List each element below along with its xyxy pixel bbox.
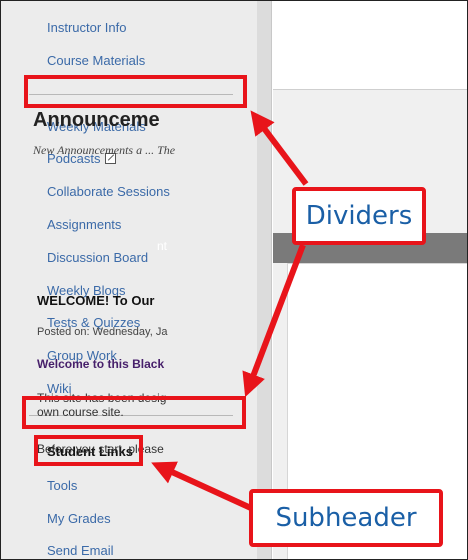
- announcement-title: WELCOME! To Our: [37, 293, 155, 308]
- menu-item-label: Discussion Board: [47, 250, 149, 265]
- menu-item-discussion-board[interactable]: Discussion Board: [47, 250, 148, 265]
- menu-item-assignments[interactable]: Assignments: [47, 217, 121, 232]
- announcement-posted-date: Posted on: Wednesday, Ja: [37, 326, 168, 338]
- menu-item-instructor-info[interactable]: Instructor Info: [47, 20, 126, 35]
- menu-item-label: Course Materials: [47, 53, 146, 68]
- menu-item-tools[interactable]: Tools: [47, 478, 77, 493]
- subheader-highlight: [34, 435, 143, 466]
- page-subtitle: New Announcements a ... The: [33, 143, 176, 157]
- menu-item-course-materials[interactable]: Course Materials: [47, 53, 145, 68]
- action-bar-label[interactable]: nt: [157, 239, 167, 253]
- subheader-callout: Subheader: [249, 489, 443, 547]
- main-content: [273, 1, 467, 559]
- divider-highlight-2: [22, 396, 246, 429]
- menu-item-label: Tools: [47, 478, 78, 493]
- menu-item-label: My Grades: [47, 511, 111, 526]
- page-title: Announceme: [33, 109, 160, 131]
- menu-item-label: Assignments: [47, 217, 122, 232]
- dividers-callout: Dividers: [292, 187, 426, 245]
- announcement-link[interactable]: Welcome to this Black: [37, 357, 164, 371]
- menu-item-label: Send Email: [47, 543, 114, 558]
- sidebar-resize-handle[interactable]: [257, 1, 272, 559]
- menu-item-collaborate-sessions[interactable]: Collaborate Sessions: [47, 184, 170, 199]
- menu-item-label: Collaborate Sessions: [47, 184, 170, 199]
- divider-highlight-1: [24, 75, 247, 108]
- menu-item-send-email[interactable]: Send Email: [47, 543, 113, 558]
- app-frame: Instructor Info Course Materials Weekly …: [0, 0, 468, 560]
- menu-item-label: Instructor Info: [47, 20, 127, 35]
- menu-item-my-grades[interactable]: My Grades: [47, 511, 111, 526]
